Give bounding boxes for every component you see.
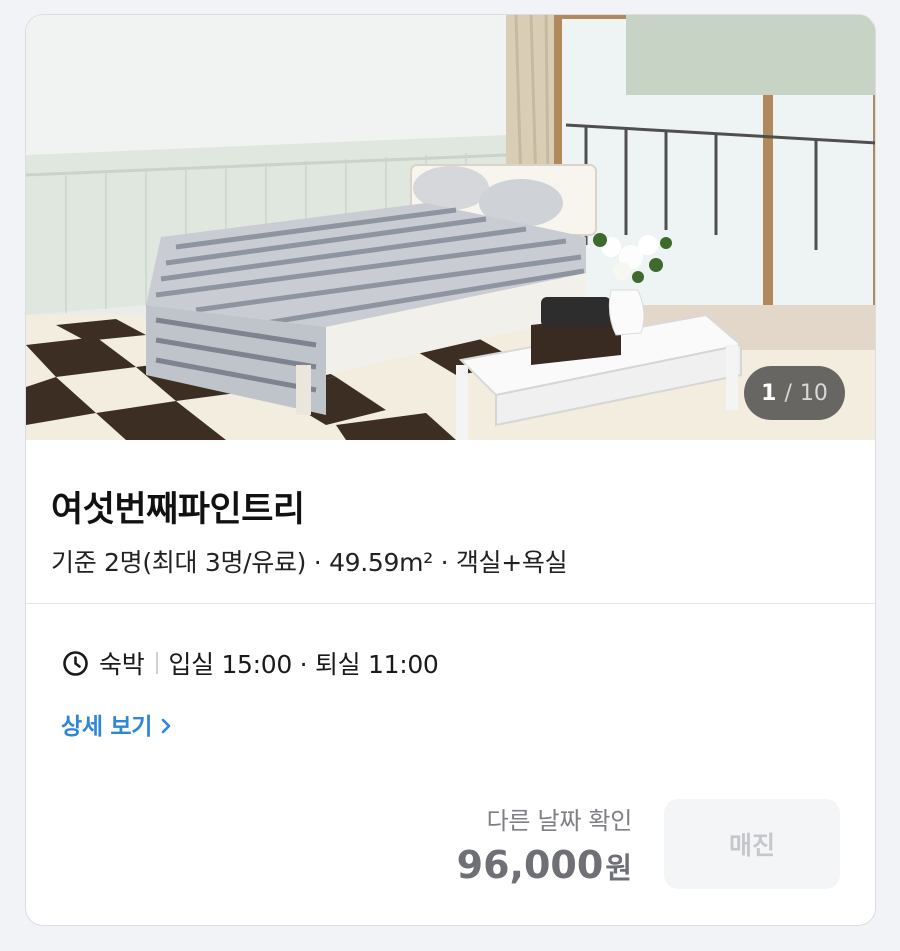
check-in-out-times: 입실 15:00 · 퇴실 11:00 [168,650,439,679]
stay-info: 숙박 입실 15:00 · 퇴실 11:00 [62,645,439,681]
stay-separator [156,652,159,674]
check-other-dates-label: 다른 날짜 확인 [486,807,633,835]
sold-out-button[interactable]: 매진 [664,799,840,889]
photo-counter-total: 10 [799,380,828,406]
divider [26,603,875,604]
photo-counter-separator: / [784,380,792,406]
stay-type: 숙박 [99,650,145,679]
photo-counter-current: 1 [761,380,777,406]
room-photo[interactable]: 1 / 10 [26,15,875,440]
room-summary: 기준 2명(최대 3명/유료) · 49.59m² · 객실+욕실 [51,548,568,577]
chevron-right-icon [160,715,172,734]
view-details-link[interactable]: 상세 보기 [61,707,172,741]
room-card: 1 / 10 여섯번째파인트리 기준 2명(최대 3명/유료) · 49.59m… [25,14,876,926]
room-title: 여섯번째파인트리 [51,490,305,530]
price-currency: 원 [605,851,632,885]
clock-icon [62,650,89,677]
room-price: 96,000 원 [457,843,632,887]
view-details-label: 상세 보기 [61,714,153,740]
price-amount: 96,000 [456,843,604,887]
photo-counter: 1 / 10 [744,366,845,420]
